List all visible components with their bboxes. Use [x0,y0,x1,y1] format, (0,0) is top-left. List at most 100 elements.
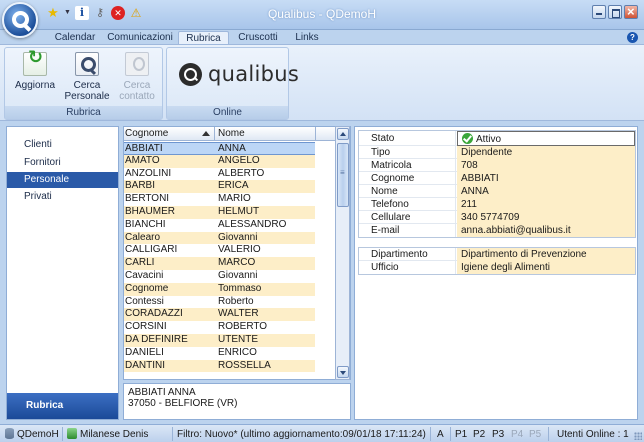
nav-item-fornitori[interactable]: Fornitori [7,155,118,171]
aggiorna-button[interactable]: Aggiorna [9,52,61,91]
cell-nome: ROSSELLA [218,359,271,371]
cerca-personale-button[interactable]: Cerca Personale [63,52,111,102]
cell-cognome: AMATO [125,154,160,166]
status-separator [172,427,173,441]
table-row[interactable]: CARLI MARCO [124,257,315,270]
cell-nome: VALERIO [218,244,261,256]
cell-cognome: CORADAZZI [125,308,183,320]
nav-footer-rubrica[interactable]: Rubrica [7,393,118,419]
cell-nome: MARCO [218,257,256,269]
detail-value[interactable]: anna.abbiati@qualibus.it [457,224,635,237]
application-menu-orb[interactable] [2,2,38,38]
table-row[interactable]: BARBI ERICA [124,180,315,194]
table-row[interactable]: CORSINI ROBERTO [124,321,315,334]
cell-cognome: Contessi [125,295,164,307]
title-bar: ★ ▼ i ⚷ ✕ ⚠ Qualibus - QDemoH [0,0,644,30]
minimize-button[interactable] [592,5,606,19]
detail-value[interactable]: ABBIATI [457,172,635,185]
detail-value[interactable]: ANNA [457,185,635,198]
maximize-button[interactable] [608,5,622,19]
check-icon [462,133,473,144]
table-row[interactable]: BHAUMER HELMUT [124,205,315,219]
detail-label: Dipartimento [359,248,456,261]
table-row[interactable]: Cavacini Giovanni [124,269,315,283]
status-p2[interactable]: P2 [473,428,485,441]
detail-value[interactable]: 708 [457,159,635,172]
table-row[interactable]: BIANCHI ALESSANDRO [124,218,315,232]
cell-cognome: CORSINI [125,321,167,333]
table-row[interactable]: CORADAZZI WALTER [124,308,315,322]
status-p3[interactable]: P3 [492,428,504,441]
status-user-text: Milanese Denis [80,429,149,440]
detail-panel: Stato Attivo Tipo Dipendente Matricola 708 C… [354,126,638,420]
table-row[interactable]: Cognome Tommaso [124,282,315,296]
nav-item-privati[interactable]: Privati [7,189,118,205]
ribbon: Aggiorna Cerca Personale Cerca contatto … [0,44,644,121]
cell-nome: UTENTE [218,333,258,345]
status-database: QDemoH [5,428,59,441]
column-header-nome[interactable]: Nome [216,127,316,141]
cerca-contatto-button[interactable]: Cerca contatto [113,52,161,102]
detail-value-stato[interactable]: Attivo [457,131,635,146]
help-icon[interactable]: ? [627,32,638,43]
grid-rows: ABBIATI ANNA AMATO ANGELO ANZOLINI ALBERTO BAR… [124,142,315,373]
table-row[interactable]: DA DEFINIRE UTENTE [124,333,315,347]
resize-grip[interactable] [634,432,642,440]
tab-links[interactable]: Links [288,31,326,45]
detail-value[interactable]: 211 [457,198,635,211]
detail-label: Stato [359,131,456,146]
table-row[interactable]: Calearo Giovanni [124,231,315,245]
status-separator [430,427,431,441]
ribbon-group-label-online: Online [167,106,288,119]
detail-label: Matricola [359,159,456,172]
qualibus-logo[interactable]: qualibus [179,62,299,86]
ribbon-tabs: Calendar Comunicazioni Rubrica Cruscotti… [0,30,644,45]
tab-calendar[interactable]: Calendar [48,31,102,45]
status-database-text: QDemoH [17,429,59,440]
cell-cognome: Cognome [125,282,169,294]
column-header-cognome[interactable]: Cognome [124,127,215,141]
status-bar: QDemoH Milanese Denis Filtro: Nuovo* (ul… [0,424,644,442]
scroll-down-button[interactable] [337,366,349,378]
scroll-thumb[interactable] [337,143,349,207]
window-title: Qualibus - QDemoH [267,7,377,21]
detail-label: Ufficio [359,261,456,274]
cell-cognome: CARLI [125,257,155,269]
navigation-pane: Clienti Fornitori Personale Privati Rubr… [6,126,119,420]
qualibus-logo-text: qualibus [208,62,300,86]
cell-nome: Tommaso [218,282,262,294]
detail-row-stato: Stato Attivo [359,131,635,146]
status-p5[interactable]: P5 [529,428,541,441]
detail-value[interactable]: Dipartimento di Prevenzione [457,248,635,261]
scroll-up-button[interactable] [337,128,349,140]
cell-nome: WALTER [218,308,259,320]
detail-value[interactable]: Igiene degli Alimenti [457,261,635,274]
table-row[interactable]: DANIELI ENRICO [124,346,315,360]
table-row[interactable]: DANTINI ROSSELLA [124,359,315,373]
table-row[interactable]: ABBIATI ANNA [124,142,315,155]
table-row[interactable]: Contessi Roberto [124,295,315,309]
nav-item-clienti[interactable]: Clienti [7,137,118,153]
status-p1[interactable]: P1 [455,428,467,441]
status-a[interactable]: A [437,428,444,441]
grid-scrollbar[interactable] [335,126,350,380]
status-p4[interactable]: P4 [511,428,523,441]
grid-header: Cognome Nome [124,127,350,141]
cell-nome: ALESSANDRO [218,218,287,230]
table-row[interactable]: CALLIGARI VALERIO [124,244,315,258]
table-row[interactable]: ANZOLINI ALBERTO [124,167,315,181]
tab-cruscotti[interactable]: Cruscotti [232,31,284,45]
tab-comunicazioni[interactable]: Comunicazioni [104,31,176,45]
detail-value[interactable]: 340 5774709 [457,211,635,224]
nav-item-personale[interactable]: Personale [7,172,118,188]
tab-rubrica[interactable]: Rubrica [178,31,229,45]
status-filter: Filtro: Nuovo* (ultimo aggiornamento:09/… [177,429,426,440]
close-button[interactable] [624,4,638,19]
cerca-personale-label-1: Cerca [73,80,101,91]
detail-row: Cellulare 340 5774709 [359,211,635,224]
table-row[interactable]: AMATO ANGELO [124,154,315,168]
sort-ascending-icon [202,131,210,136]
orb-logo-icon [12,11,29,28]
table-row[interactable]: BERTONI MARIO [124,193,315,206]
detail-value[interactable]: Dipendente [457,146,635,159]
